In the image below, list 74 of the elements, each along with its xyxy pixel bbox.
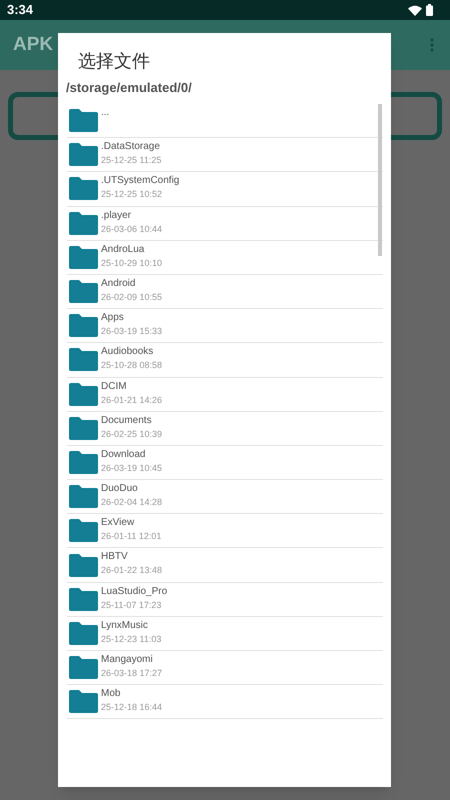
folder-name: Audiobooks [101, 345, 154, 358]
folder-icon [69, 588, 98, 611]
folder-icon [69, 450, 98, 474]
folder-row[interactable]: Mob 25-12-18 16:44 [67, 685, 383, 720]
folder-name: Android [101, 276, 136, 290]
modified-date: 26-02-04 14:28 [101, 496, 162, 510]
modified-date: 26-03-19 10:45 [101, 462, 162, 475]
modified-date: 26-03-19 15:33 [101, 325, 162, 338]
folder-row[interactable]: HBTV 26-01-22 13:48 [67, 548, 383, 583]
folder-name: Mangayomi [101, 653, 154, 666]
modified-date: 25-12-18 16:44 [101, 701, 162, 714]
folder-icon [69, 177, 98, 200]
modified-date: 26-02-09 10:55 [101, 290, 162, 304]
folder-icon [69, 690, 98, 714]
folder-name: Apps [101, 311, 125, 324]
modified-date: 26-01-22 13:48 [101, 564, 162, 578]
modified-date: 25-12-25 11:25 [101, 154, 162, 168]
folder-name: AndroLua [101, 242, 146, 256]
folder-row[interactable]: LuaStudio_Pro 25-11-07 17:23 [67, 582, 383, 617]
folder-name: ... [101, 106, 110, 119]
app-title: APK [13, 32, 54, 57]
modified-date: 25-10-29 10:10 [101, 256, 162, 270]
more-options-icon[interactable] [430, 38, 434, 52]
modified-date: 26-02-25 10:39 [101, 428, 162, 441]
folder-name: .player [101, 208, 132, 222]
modified-date: 25-12-23 11:03 [101, 632, 162, 646]
folder-icon [69, 212, 98, 235]
folder-name: HBTV [101, 550, 129, 564]
folder-row[interactable]: Audiobooks 25-10-28 08:58 [67, 343, 383, 378]
folder-row[interactable]: Documents 26-02-25 10:39 [67, 412, 383, 446]
folder-icon [69, 622, 98, 645]
modified-date: 25-10-28 08:58 [101, 359, 162, 372]
folder-row[interactable]: AndroLua 25-10-29 10:10 [67, 240, 383, 275]
folder-row[interactable]: ExView 26-01-11 12:01 [67, 514, 383, 548]
folder-icon [69, 519, 98, 542]
dialog-title: 选择文件 [77, 50, 151, 73]
status-time: 3:34 [7, 1, 34, 20]
wifi-icon [408, 4, 422, 16]
folder-name: ExView [101, 516, 136, 530]
folder-row[interactable]: DuoDuo 26-02-04 14:28 [67, 480, 383, 514]
folder-name: LuaStudio_Pro [101, 584, 168, 598]
folder-name: .UTSystemConfig [101, 174, 180, 188]
folder-name: Download [101, 448, 146, 461]
folder-row[interactable]: Apps 26-03-19 15:33 [67, 309, 383, 344]
folder-icon [69, 382, 98, 406]
folder-row[interactable]: DCIM 26-01-21 14:26 [67, 378, 383, 412]
folder-icon [69, 656, 98, 680]
modified-date: 25-12-25 10:52 [101, 188, 164, 202]
modified-date: 26-03-06 10:44 [101, 222, 162, 236]
folder-icon [69, 246, 98, 269]
folder-icon [69, 280, 98, 304]
folder-name: Mob [101, 687, 122, 700]
modified-date: 26-01-11 12:01 [101, 530, 162, 544]
folder-row[interactable]: Download 26-03-19 10:45 [67, 446, 383, 480]
folder-name: Documents [101, 414, 153, 427]
folder-icon [69, 485, 98, 508]
modified-date: 26-01-21 14:26 [101, 394, 162, 406]
folder-name: DCIM [101, 380, 128, 392]
modified-date: 25-11-07 17:23 [101, 598, 162, 612]
path-label: /storage/emulated/0/ [65, 79, 193, 97]
folder-icon [69, 416, 98, 440]
folder-icon [69, 348, 98, 372]
folder-icon [69, 143, 98, 166]
folder-icon [69, 314, 98, 338]
folder-row[interactable]: LynxMusic 25-12-23 11:03 [67, 616, 383, 651]
folder-name: .DataStorage [101, 140, 161, 154]
folder-icon [69, 554, 98, 577]
folder-icon [69, 109, 98, 132]
battery-icon [426, 4, 433, 16]
modified-date: 26-03-18 17:27 [101, 667, 162, 680]
folder-name: DuoDuo [101, 482, 139, 496]
folder-row[interactable]: Android 26-02-09 10:55 [67, 274, 383, 310]
folder-name: LynxMusic [101, 618, 149, 632]
folder-row[interactable]: Mangayomi 26-03-18 17:27 [67, 651, 383, 686]
